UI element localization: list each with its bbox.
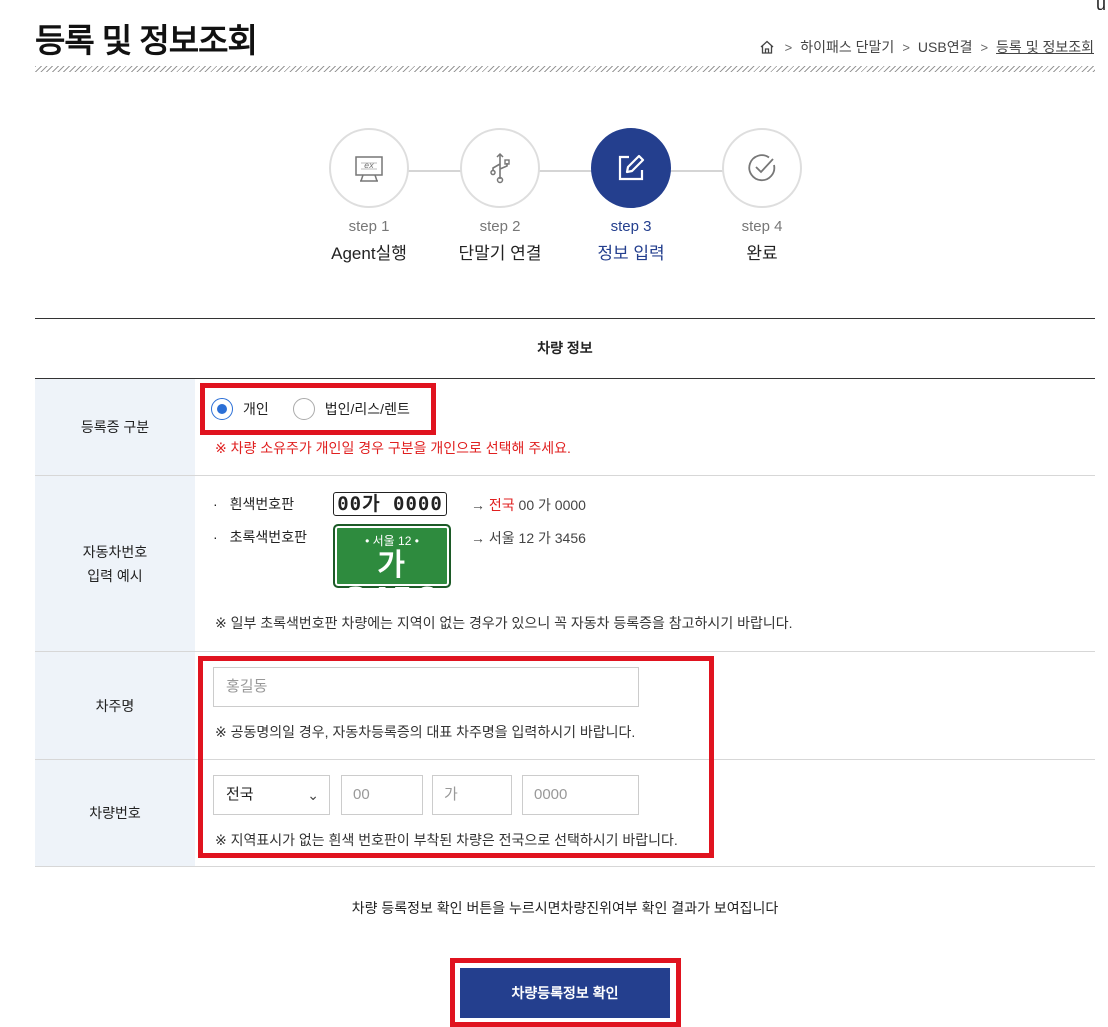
home-icon[interactable] xyxy=(759,39,775,55)
row-plate-example: 자동차번호 입력 예시 · 흰색번호판 00가 0000 → 전국 00 가 000… xyxy=(35,475,1095,651)
step-number: step 1 xyxy=(348,218,390,235)
white-plate-example: → 전국 00 가 0000 xyxy=(471,497,586,513)
section-title: 차량 정보 xyxy=(537,340,593,356)
chevron-right-icon: > xyxy=(980,39,989,55)
progress-steps: ex step 1 Agent실행 step 2 단말기 연결 step 3 정… xyxy=(0,128,1108,278)
usb-icon xyxy=(490,152,510,184)
page-title: 등록 및 정보조회 xyxy=(35,22,258,59)
step-3: step 3 정보 입력 xyxy=(566,128,696,264)
row-label: 차량번호 xyxy=(35,760,195,866)
step-name: Agent실행 xyxy=(331,244,407,263)
step-number: step 2 xyxy=(479,218,521,235)
plate-example-note: ※ 일부 초록색번호판 차량에는 지역이 없는 경우가 있으니 꼭 자동차 등록… xyxy=(215,615,793,631)
header-divider xyxy=(35,66,1095,72)
breadcrumb-item[interactable]: USB연결 xyxy=(918,37,973,57)
highlight-box xyxy=(200,383,436,435)
white-plate-label: · 흰색번호판 xyxy=(213,496,295,512)
confirm-vehicle-button[interactable]: 차량등록정보 확인 xyxy=(460,968,670,1018)
highlight-box xyxy=(198,656,714,858)
step-name: 완료 xyxy=(746,244,778,263)
svg-text:ex: ex xyxy=(364,161,374,170)
white-plate-sample: 00가 0000 xyxy=(333,492,447,516)
breadcrumb: > 하이패스 단말기 > USB연결 > 등록 및 정보조회 xyxy=(759,37,1094,57)
ex-monitor-icon: ex xyxy=(355,156,383,182)
section-divider xyxy=(35,318,1095,319)
step-name: 정보 입력 xyxy=(597,244,665,263)
step-4: step 4 완료 xyxy=(697,128,827,264)
chevron-right-icon: > xyxy=(902,39,910,55)
footer-message: 차량 등록정보 확인 버튼을 누르시면차량진위여부 확인 결과가 보여집니다 xyxy=(351,900,779,916)
green-plate-example: → 서울 12 가 3456 xyxy=(471,530,586,546)
breadcrumb-current[interactable]: 등록 및 정보조회 xyxy=(996,37,1094,57)
row-label: 자동차번호 입력 예시 xyxy=(35,476,195,651)
check-circle-icon xyxy=(748,154,776,182)
row-label: 차주명 xyxy=(35,652,195,759)
step-2: step 2 단말기 연결 xyxy=(435,128,565,264)
row-reg-type: 등록증 구분 개인 법인/리스/렌트 ※ 차량 소유주가 개인일 경우 구분을 … xyxy=(35,378,1095,475)
row-label: 등록증 구분 xyxy=(35,379,195,475)
step-number: step 4 xyxy=(741,218,783,235)
step-name: 단말기 연결 xyxy=(458,244,542,263)
breadcrumb-item[interactable]: 하이패스 단말기 xyxy=(800,37,894,57)
reg-type-note: ※ 차량 소유주가 개인일 경우 구분을 개인으로 선택해 주세요. xyxy=(215,440,571,456)
green-plate-label: · 초록색번호판 xyxy=(213,529,307,545)
chevron-right-icon: > xyxy=(784,39,793,55)
corner-glyph: u xyxy=(1095,0,1106,14)
edit-icon xyxy=(618,154,645,181)
step-number: step 3 xyxy=(610,218,652,235)
step-1: ex step 1 Agent실행 xyxy=(304,128,434,264)
green-plate-sample: • 서울 12 • 가3456 xyxy=(333,524,451,617)
